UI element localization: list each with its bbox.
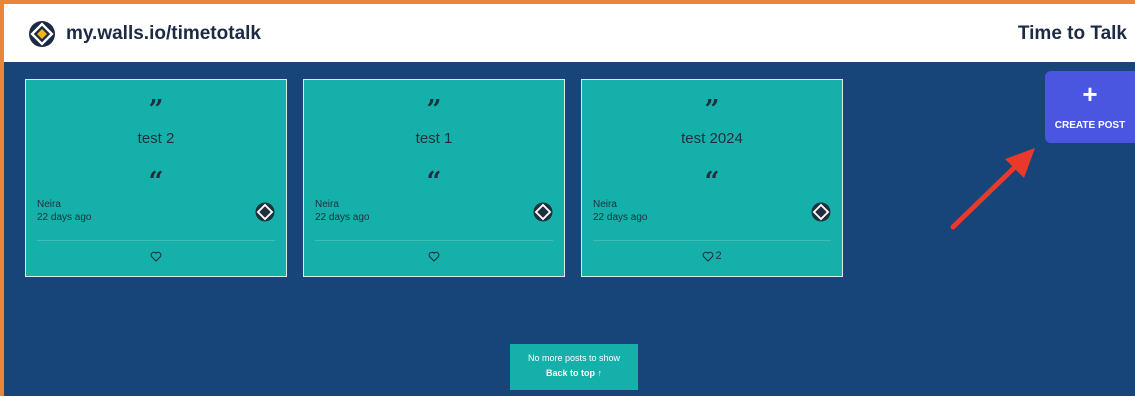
post-text: test 2	[137, 130, 175, 147]
heart-icon	[703, 251, 714, 262]
heart-icon	[150, 251, 161, 262]
post-author[interactable]: Neira	[315, 199, 339, 211]
post-card[interactable]: ” test 1 “ Neira 22 days ago	[303, 79, 565, 277]
post-time: 22 days ago	[593, 212, 648, 223]
quote-open-mark: “	[704, 167, 720, 197]
post-author[interactable]: Neira	[593, 199, 617, 211]
card-divider	[37, 240, 275, 241]
end-of-posts-box: No more posts to show Back to top ↑	[510, 344, 638, 390]
like-button[interactable]	[26, 250, 286, 262]
site-url[interactable]: my.walls.io/timetotalk	[66, 23, 261, 45]
wall-header: my.walls.io/timetotalk Time to Talk	[4, 4, 1135, 62]
quote-open-mark: “	[426, 167, 442, 197]
post-text: test 1	[415, 130, 453, 147]
like-button[interactable]: 2	[582, 250, 842, 262]
card-divider	[593, 240, 831, 241]
like-button[interactable]	[304, 250, 564, 262]
post-card[interactable]: ” test 2 “ Neira 22 days ago	[25, 79, 287, 277]
walls-badge-icon	[533, 202, 553, 222]
post-time: 22 days ago	[37, 212, 92, 223]
walls-badge-icon	[255, 202, 275, 222]
wall-title: Time to Talk	[1017, 23, 1127, 44]
walls-logo-icon[interactable]	[28, 20, 56, 48]
quote-close-mark: ”	[426, 95, 442, 125]
annotation-arrow	[950, 148, 1035, 230]
create-post-label: CREATE POST	[1054, 120, 1126, 131]
create-post-button[interactable]: + CREATE POST	[1045, 71, 1135, 143]
walls-badge-icon	[811, 202, 831, 222]
post-author[interactable]: Neira	[37, 199, 61, 211]
card-divider	[315, 240, 553, 241]
no-more-posts-text: No more posts to show	[527, 353, 621, 363]
post-text: test 2024	[681, 130, 743, 147]
heart-icon	[428, 251, 439, 262]
quote-close-mark: ”	[148, 95, 164, 125]
post-card[interactable]: ” test 2024 “ Neira 22 days ago 2	[581, 79, 843, 277]
quote-close-mark: ”	[704, 95, 720, 125]
like-count: 2	[715, 250, 722, 263]
post-time: 22 days ago	[315, 212, 370, 223]
back-to-top-link[interactable]: Back to top ↑	[510, 368, 638, 378]
quote-open-mark: “	[148, 167, 164, 197]
plus-icon: +	[1082, 79, 1098, 109]
